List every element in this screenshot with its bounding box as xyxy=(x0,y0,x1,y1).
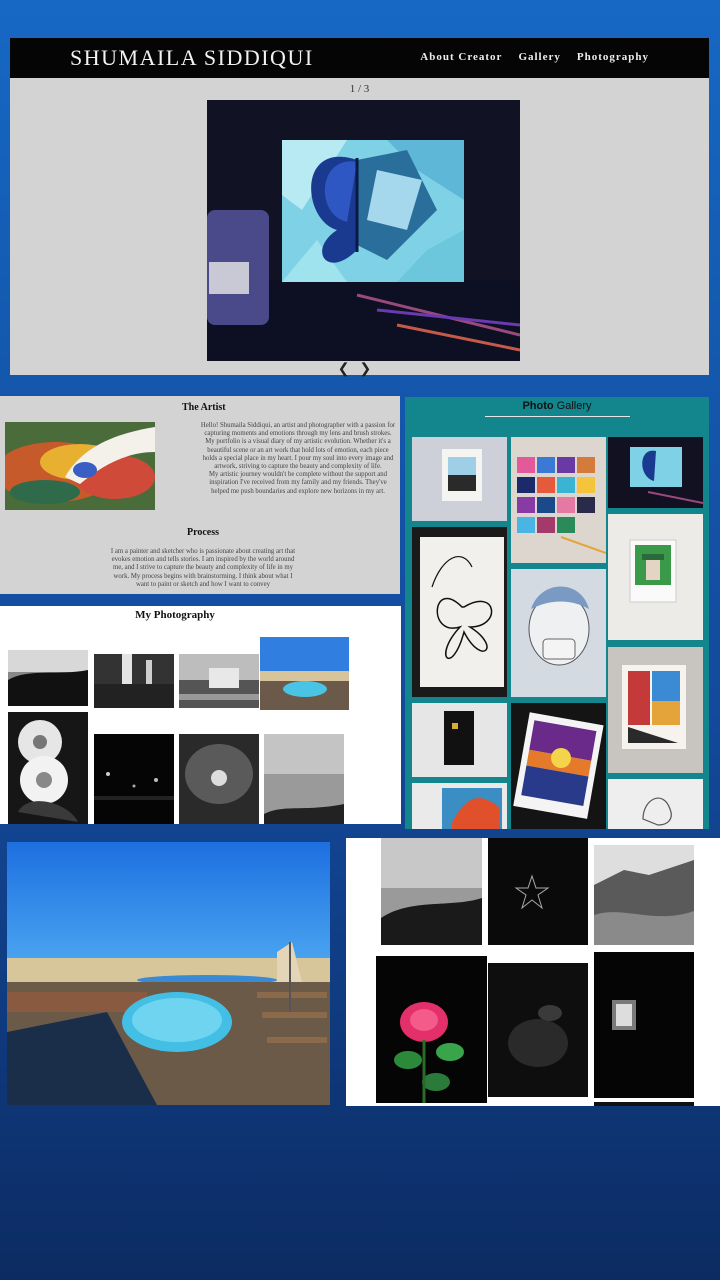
gallery-image[interactable] xyxy=(412,527,507,697)
gallery-image[interactable] xyxy=(608,779,703,829)
nav-about-creator[interactable]: About Creator xyxy=(420,51,502,63)
nav-gallery[interactable]: Gallery xyxy=(518,51,560,63)
gallery-image[interactable] xyxy=(608,514,703,640)
photography-image[interactable] xyxy=(264,734,344,824)
gallery-image[interactable] xyxy=(511,437,606,563)
gallery-image[interactable] xyxy=(608,647,703,773)
photography-image[interactable] xyxy=(260,637,349,710)
photography-image[interactable] xyxy=(594,845,694,945)
process-heading: Process xyxy=(187,527,220,538)
next-slide-button[interactable]: ❯ xyxy=(360,362,382,377)
photography-image[interactable] xyxy=(94,654,174,708)
photography-image[interactable] xyxy=(8,712,88,824)
artist-bio: Hello! Shumaila Siddiqui, an artist and … xyxy=(200,422,396,496)
photography-image[interactable] xyxy=(594,952,694,1098)
artist-paint-image xyxy=(5,422,155,510)
gallery-image[interactable] xyxy=(412,437,507,521)
process-text: I am a painter and sketcher who is passi… xyxy=(110,548,296,588)
photography-image[interactable] xyxy=(488,963,588,1097)
gallery-title-rest: Gallery xyxy=(553,400,592,412)
photo-gallery-panel: Photo Gallery xyxy=(405,397,709,829)
photography-image[interactable] xyxy=(8,650,88,706)
photography-image[interactable] xyxy=(94,734,174,824)
photography-image[interactable] xyxy=(376,956,487,1103)
artist-heading: The Artist xyxy=(182,402,226,413)
gallery-image[interactable] xyxy=(608,437,703,508)
nav-links: About Creator Gallery Photography xyxy=(420,51,649,63)
slide-counter: 1 / 3 xyxy=(349,83,370,95)
gallery-image[interactable] xyxy=(511,703,606,829)
photography-image[interactable] xyxy=(179,734,259,824)
slide-image-butterfly-painting xyxy=(207,100,520,361)
photography-image[interactable] xyxy=(381,838,482,945)
nav-photography[interactable]: Photography xyxy=(577,51,649,63)
photography-image[interactable] xyxy=(179,654,259,708)
bio-paragraph: My artistic journey wouldn't be complete… xyxy=(208,471,388,495)
photography-image[interactable] xyxy=(594,1102,694,1106)
pool-photo-large[interactable] xyxy=(7,842,330,1105)
gallery-image[interactable] xyxy=(412,783,507,829)
bio-paragraph: Hello! Shumaila Siddiqui, an artist and … xyxy=(200,422,396,438)
photography-grid-panel xyxy=(346,838,720,1106)
gallery-title: Photo Gallery xyxy=(405,400,709,412)
hero-slideshow-panel: SHUMAILA SIDDIQUI About Creator Gallery … xyxy=(10,38,709,378)
top-navbar: SHUMAILA SIDDIQUI About Creator Gallery … xyxy=(10,38,709,78)
bio-paragraph: My portfolio is a visual diary of my art… xyxy=(202,438,394,471)
gallery-title-bold: Photo xyxy=(522,400,554,412)
artist-panel: The Artist Hello! Shumaila Siddiqui, an … xyxy=(0,396,400,594)
my-photography-panel: My Photography xyxy=(0,606,401,824)
prev-slide-button[interactable]: ❮ xyxy=(338,362,360,377)
site-brand[interactable]: SHUMAILA SIDDIQUI xyxy=(70,45,314,71)
photography-title: My Photography xyxy=(135,609,215,621)
gallery-title-rule xyxy=(485,416,630,417)
gallery-image[interactable] xyxy=(412,703,507,777)
gallery-image[interactable] xyxy=(511,569,606,697)
slide-arrows: ❮❯ xyxy=(10,361,709,378)
photography-image[interactable] xyxy=(488,838,588,945)
